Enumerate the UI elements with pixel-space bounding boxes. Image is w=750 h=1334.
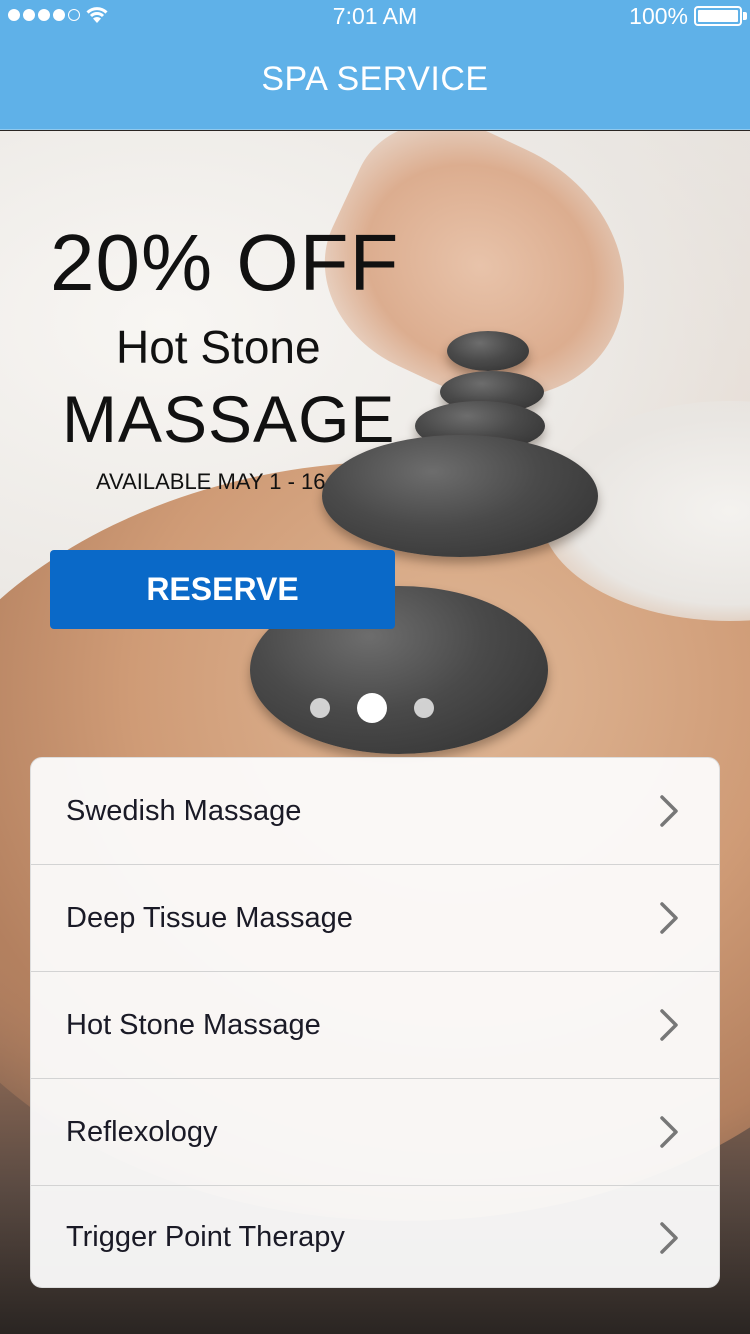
- pager-dot[interactable]: [414, 698, 434, 718]
- battery-icon: [694, 6, 742, 26]
- promo-title: MASSAGE: [62, 382, 396, 456]
- service-item-hot-stone[interactable]: Hot Stone Massage: [31, 972, 719, 1079]
- service-item-swedish[interactable]: Swedish Massage: [31, 758, 719, 865]
- chevron-right-icon: [660, 902, 678, 934]
- chevron-right-icon: [660, 1009, 678, 1041]
- service-item-deep-tissue[interactable]: Deep Tissue Massage: [31, 865, 719, 972]
- service-list: Swedish Massage Deep Tissue Massage Hot …: [30, 757, 720, 1288]
- promo-availability: AVAILABLE MAY 1 - 16: [96, 469, 326, 494]
- service-item-reflexology[interactable]: Reflexology: [31, 1079, 719, 1186]
- service-label: Reflexology: [66, 1115, 218, 1148]
- chevron-right-icon: [660, 1221, 678, 1254]
- service-label: Deep Tissue Massage: [66, 901, 353, 934]
- battery-tip: [743, 12, 747, 20]
- app-header: 7:01 AM 100% SPA SERVICE: [0, 0, 750, 130]
- pager-dot-active[interactable]: [357, 693, 387, 723]
- chevron-right-icon: [660, 1116, 678, 1148]
- service-label: Swedish Massage: [66, 794, 302, 827]
- pager-dot[interactable]: [310, 698, 330, 718]
- reserve-button[interactable]: RESERVE: [50, 550, 395, 629]
- service-label: Hot Stone Massage: [66, 1008, 321, 1041]
- chevron-right-icon: [660, 795, 678, 827]
- page-title: SPA SERVICE: [261, 60, 489, 98]
- service-item-trigger-point[interactable]: Trigger Point Therapy: [31, 1186, 719, 1287]
- status-bar: 7:01 AM 100%: [0, 0, 750, 32]
- promo-discount: 20% OFF: [50, 218, 400, 307]
- hot-stone-image: [447, 331, 529, 371]
- carousel-pager[interactable]: [310, 693, 434, 723]
- app-screen: 7:01 AM 100% SPA SERVICE 20% OFF Hot Sto…: [0, 0, 750, 1334]
- battery-percentage: 100%: [629, 3, 688, 29]
- promo-subtitle: Hot Stone: [116, 321, 321, 373]
- service-label: Trigger Point Therapy: [66, 1221, 345, 1253]
